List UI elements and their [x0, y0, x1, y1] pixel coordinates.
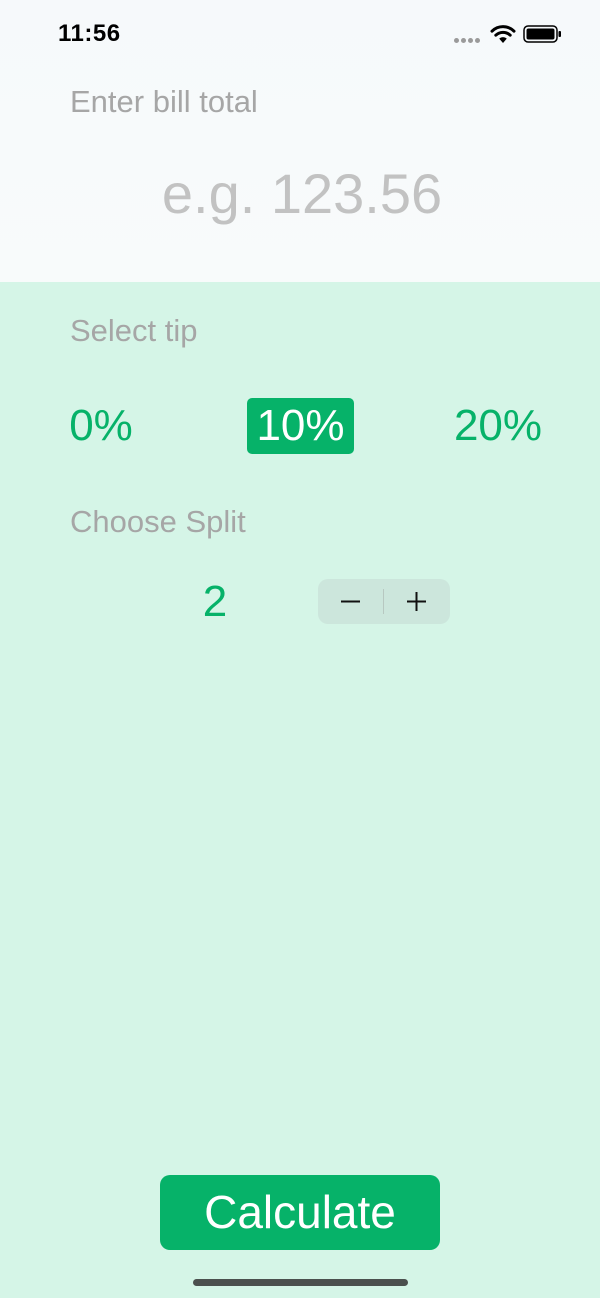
battery-icon [523, 25, 561, 43]
increment-button[interactable] [384, 579, 449, 624]
status-time: 11:56 [58, 20, 121, 47]
split-label: Choose Split [70, 504, 246, 539]
decrement-button[interactable] [318, 579, 383, 624]
tip-option-0-percent[interactable]: 0% [60, 398, 142, 454]
split-count: 2 [202, 577, 228, 626]
calculate-button[interactable]: Calculate [160, 1175, 440, 1250]
bill-label: Enter bill total [70, 84, 258, 119]
home-indicator [193, 1279, 408, 1286]
plus-icon [407, 592, 426, 611]
cellular-signal-icon [454, 38, 482, 44]
tip-option-20-percent[interactable]: 20% [446, 398, 550, 454]
tip-option-10-percent[interactable]: 10% [247, 398, 354, 454]
split-stepper [318, 579, 450, 624]
wifi-icon [490, 25, 516, 43]
bill-amount-input[interactable] [60, 152, 544, 234]
tip-label: Select tip [70, 313, 198, 348]
minus-icon [341, 600, 360, 603]
status-bar: 11:56 [0, 0, 600, 70]
